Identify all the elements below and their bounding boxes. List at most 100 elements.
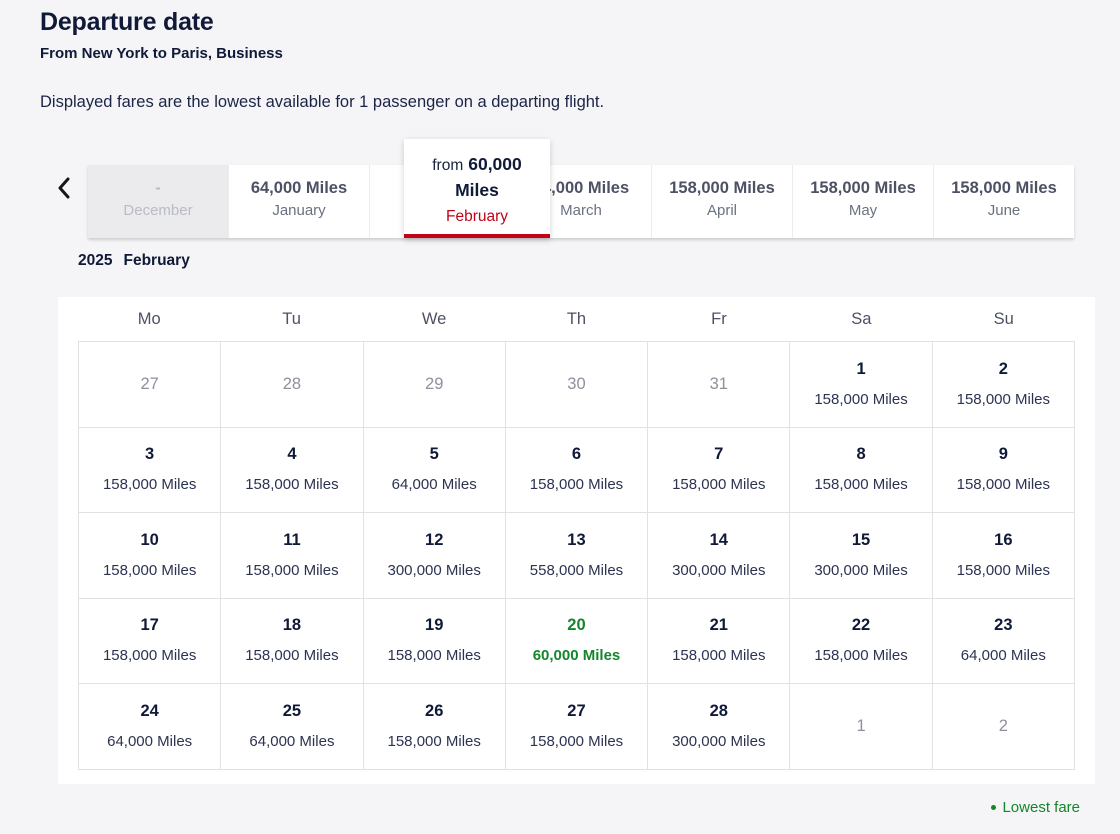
calendar-day-price: 64,000 Miles [391,476,477,494]
calendar-day-cell[interactable]: 22 158,000 Miles [790,598,933,684]
calendar-day-price: 64,000 Miles [960,647,1046,665]
calendar-day-cell[interactable]: 25 64,000 Miles [221,684,364,770]
calendar-day-cell: 2 [932,684,1075,770]
weekday-header-mo: Mo [137,310,161,328]
page-header: Departure date From New York to Paris, B… [40,6,1080,113]
calendar-day-cell[interactable]: 1 158,000 Miles [790,342,933,428]
weekday-header-sa: Sa [851,310,872,328]
calendar-day-cell[interactable]: 6 158,000 Miles [505,427,649,513]
calendar-day-cell[interactable]: 28 300,000 Miles [648,684,791,770]
calendar-day-cell[interactable]: 24 64,000 Miles [79,684,222,770]
calendar-day-number: 19 [425,616,444,635]
calendar-day-cell[interactable]: 8 158,000 Miles [790,427,933,513]
selected-from-label: from [432,157,464,174]
calendar-day-price: 158,000 Miles [102,476,197,494]
calendar-day-number: 7 [714,445,724,464]
calendar-day-cell[interactable]: 10 158,000 Miles [79,513,222,599]
calendar-day-cell[interactable]: 3 158,000 Miles [79,427,222,513]
selected-month-amount: 60,000 [468,154,522,174]
calendar-day-price: 158,000 Miles [672,647,766,665]
calendar-day-number: 2 [998,359,1008,378]
calendar-day-cell[interactable]: 19 158,000 Miles [363,598,506,684]
calendar-day-cell[interactable]: 12 300,000 Miles [363,513,506,599]
month-tab-name: March [560,202,602,219]
calendar-day-number: 5 [429,445,439,464]
calendar-day-cell[interactable]: 5 64,000 Miles [363,427,506,513]
calendar-day-price: 158,000 Miles [814,476,908,494]
calendar-day-number: 27 [140,375,159,394]
month-tab-price: 64,000 Miles [250,179,348,197]
calendar-day-cell[interactable]: 18 158,000 Miles [221,598,364,684]
calendar-day-number: 24 [140,701,159,720]
calendar-day-number: 17 [140,616,159,635]
calendar-day-number: 13 [567,530,586,549]
calendar-day-cell[interactable]: 23 64,000 Miles [932,598,1075,684]
calendar-day-number: 29 [425,375,444,394]
calendar-day-cell: 28 [221,342,364,428]
month-tab-may[interactable]: 158,000 Miles May [793,165,934,238]
calendar-day-cell[interactable]: 26 158,000 Miles [363,684,506,770]
calendar-day-cell[interactable]: 16 158,000 Miles [932,513,1075,599]
calendar-week-row: 24 64,000 Miles 25 64,000 Miles 26 158,000 Mi… [79,684,1075,770]
calendar-day-number: 30 [567,375,586,394]
lowest-fare-dot-icon [991,805,997,810]
month-tab-name: May [848,202,878,219]
calendar-day-cell[interactable]: 15 300,000 Miles [790,513,933,599]
calendar-week-row: 3 158,000 Miles 4 158,000 Miles 5 64,000 Mile… [79,427,1075,513]
calendar-day-price: 158,000 Miles [814,647,908,665]
month-tab-name: June [987,202,1021,219]
calendar-day-price: 158,000 Miles [529,732,624,750]
calendar-day-price: 158,000 Miles [956,476,1051,494]
month-tab-price: - [155,179,161,197]
calendar-week-row: 17 158,000 Miles 18 158,000 Miles 19 158,000 … [79,598,1075,684]
calendar-day-cell[interactable]: 20 60,000 Miles [505,598,649,684]
calendar-day-number: 10 [140,530,159,549]
calendar-day-price: 158,000 Miles [245,561,339,579]
calendar-day-cell[interactable]: 7 158,000 Miles [648,427,791,513]
calendar-day-price: 300,000 Miles [814,561,908,579]
calendar-day-number: 27 [567,701,586,720]
calendar-day-cell[interactable]: 2 158,000 Miles [932,342,1075,428]
calendar-day-cell[interactable]: 14 300,000 Miles [648,513,791,599]
calendar-day-price: 158,000 Miles [387,647,481,665]
calendar-day-number: 11 [283,530,301,549]
carousel-prev-button[interactable] [46,158,82,218]
month-tab-name: December [123,202,193,219]
calendar-day-price: 158,000 Miles [245,647,339,665]
calendar-day-price: 300,000 Miles [672,732,766,750]
calendar-day-price: 158,000 Miles [245,476,339,494]
calendar-day-price: 158,000 Miles [102,561,197,579]
calendar-day-price: 300,000 Miles [387,561,481,579]
calendar-day-cell[interactable]: 9 158,000 Miles [932,427,1075,513]
month-tab-selected[interactable]: from 60,000 Miles February [404,139,550,238]
month-tab-name: April [706,202,737,219]
legend-label: Lowest fare [1002,799,1080,816]
calendar-day-price: 158,000 Miles [529,476,624,494]
calendar-day-cell[interactable]: 4 158,000 Miles [221,427,364,513]
calendar-day-number: 6 [571,445,582,464]
calendar-day-cell[interactable]: 21 158,000 Miles [648,598,791,684]
calendar-day-cell[interactable]: 11 158,000 Miles [221,513,364,599]
calendar-day-cell: 30 [505,342,649,428]
month-tab-april[interactable]: 158,000 Miles April [652,165,793,238]
calendar-day-number: 26 [425,701,444,720]
month-tab-june[interactable]: 158,000 Miles June [934,165,1074,238]
calendar-day-number: 14 [709,530,728,549]
calendar-day-price: 60,000 Miles [532,647,621,665]
calendar-day-price: 158,000 Miles [814,390,908,408]
calendar-day-cell[interactable]: 13 558,000 Miles [505,513,649,599]
calendar-day-number: 20 [567,616,586,635]
calendar-day-price: 158,000 Miles [956,390,1051,408]
calendar-day-cell: 31 [648,342,791,428]
calendar-day-number: 23 [994,616,1013,635]
calendar-month: February [123,252,190,269]
calendar-day-cell[interactable]: 27 158,000 Miles [505,684,649,770]
calendar-day-number: 16 [994,530,1013,549]
calendar-day-number: 28 [709,701,728,720]
month-tab-december: - December [88,165,229,238]
fare-disclaimer: Displayed fares are the lowest available… [40,93,605,111]
calendar-weekday-header: Mo Tu We Th Fr Sa Su [58,297,1095,341]
month-tab-january[interactable]: 64,000 Miles January [229,165,370,238]
calendar-day-number: 28 [282,375,302,394]
calendar-day-cell[interactable]: 17 158,000 Miles [79,598,222,684]
